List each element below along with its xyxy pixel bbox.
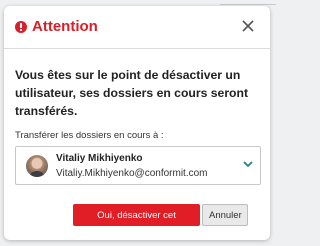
cancel-button[interactable]: Annuler xyxy=(202,204,248,226)
selected-user-name: Vitaliy Mikhiyenko xyxy=(56,153,143,164)
transfer-label: Transférer les dossiers en cours à : xyxy=(15,130,164,141)
dialog-title: Attention xyxy=(32,18,98,35)
background-divider xyxy=(220,0,276,5)
warning-message: Vous êtes sur le point de désactiver un … xyxy=(15,68,249,118)
confirm-deactivate-button[interactable]: Oui, désactiver cet utilisateur xyxy=(73,204,200,243)
deactivate-user-dialog: Attention Vous êtes sur le point de désa… xyxy=(4,6,270,243)
alert-circle-icon xyxy=(15,21,27,33)
dialog-header: Attention xyxy=(4,6,270,49)
close-icon[interactable] xyxy=(240,18,256,34)
chevron-down-icon[interactable] xyxy=(242,156,254,168)
avatar xyxy=(26,155,48,177)
selected-user-email: Vitaliy.Mikhiyenko@conformit.com xyxy=(56,168,208,179)
transfer-user-select[interactable]: Vitaliy Mikhiyenko Vitaliy.Mikhiyenko@co… xyxy=(15,146,261,185)
